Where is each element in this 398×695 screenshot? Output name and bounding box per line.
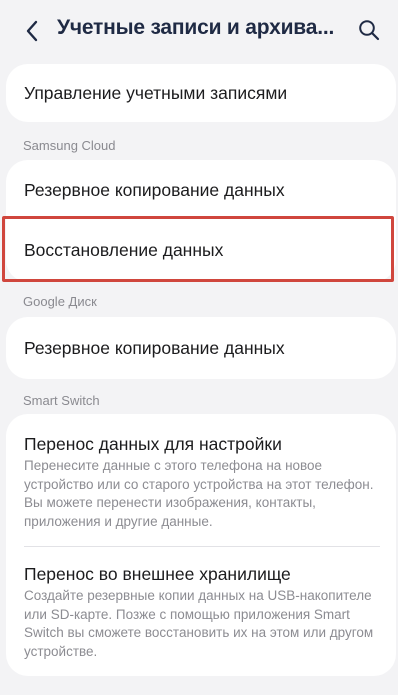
app-header: Учетные записи и архива... — [0, 0, 398, 62]
section-label-google-drive: Google Диск — [23, 294, 97, 309]
account-management-label: Управление учетными записями — [24, 83, 288, 103]
back-button[interactable] — [20, 18, 44, 44]
smart-switch-external-item[interactable]: Перенос во внешнее хранилище Создайте ре… — [6, 547, 396, 676]
chevron-left-icon — [26, 20, 38, 42]
samsung-cloud-card: Резервное копирование данных Восстановле… — [6, 160, 396, 282]
smart-switch-card: Перенос данных для настройки Перенесите … — [6, 414, 396, 676]
section-label-smart-switch: Smart Switch — [23, 393, 100, 408]
samsung-cloud-restore-label: Восстановление данных — [24, 240, 224, 260]
account-management-card: Управление учетными записями — [6, 64, 396, 122]
google-drive-backup-item[interactable]: Резервное копирование данных — [6, 317, 396, 379]
search-button[interactable] — [356, 17, 382, 43]
smart-switch-transfer-title: Перенос данных для настройки — [24, 434, 282, 454]
search-icon — [359, 20, 380, 41]
smart-switch-external-title: Перенос во внешнее хранилище — [24, 564, 291, 584]
google-drive-backup-label: Резервное копирование данных — [24, 338, 285, 358]
section-label-samsung-cloud: Samsung Cloud — [23, 138, 116, 153]
smart-switch-transfer-item[interactable]: Перенос данных для настройки Перенесите … — [6, 414, 396, 544]
page-title: Учетные записи и архива... — [57, 16, 335, 39]
samsung-cloud-restore-item[interactable]: Восстановление данных — [6, 218, 396, 282]
account-management-item[interactable]: Управление учетными записями — [6, 64, 396, 122]
samsung-cloud-backup-label: Резервное копирование данных — [24, 180, 285, 200]
samsung-cloud-backup-item[interactable]: Резервное копирование данных — [6, 160, 396, 218]
google-drive-card: Резервное копирование данных — [6, 317, 396, 379]
smart-switch-external-description: Создайте резервные копии данных на USB-н… — [24, 588, 374, 659]
smart-switch-transfer-description: Перенесите данные с этого телефона на но… — [24, 458, 374, 529]
